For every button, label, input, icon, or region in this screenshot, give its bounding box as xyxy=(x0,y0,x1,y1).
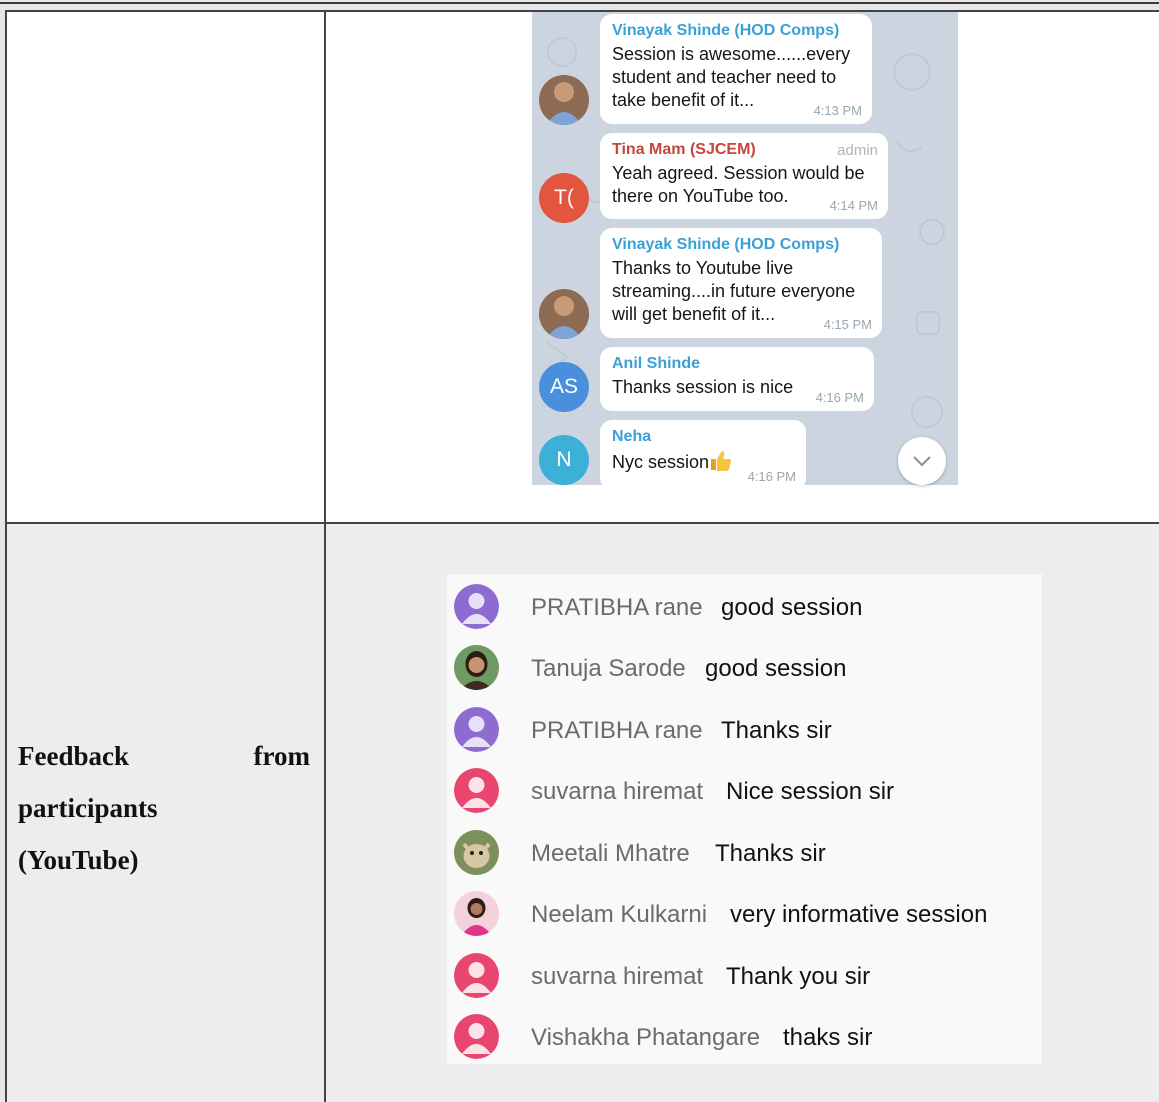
message-line: Thanks to Youtube live xyxy=(612,258,794,278)
message-bubble: Anil Shinde Thanks session is nice 4:16 … xyxy=(600,347,874,411)
default-avatar-icon xyxy=(454,707,499,752)
comment-text: Thank you sir xyxy=(726,963,871,990)
person-photo-icon xyxy=(454,645,499,690)
message-bubble: Vinayak Shinde (HOD Comps) Thanks to You… xyxy=(600,228,882,338)
message-line: Session is awesome......every xyxy=(612,44,851,64)
message-time: 4:16 PM xyxy=(815,390,864,405)
comment-text: good session xyxy=(721,594,863,621)
top-rule xyxy=(0,2,1159,4)
message-line: Yeah agreed. Session would be xyxy=(612,163,865,183)
avatar: T( xyxy=(539,173,589,223)
sender-name: Neha xyxy=(612,428,652,445)
scroll-down-button[interactable] xyxy=(898,437,946,485)
message-bubble: Tina Mam (SJCEM) admin Yeah agreed. Sess… xyxy=(600,133,888,219)
youtube-comments-screenshot: PRATIBHA rane good session Tanuja Sarode… xyxy=(447,574,1042,1064)
avatar xyxy=(539,75,589,125)
comment-author: Vishakha Phatangare xyxy=(531,1024,761,1051)
sender-name: Vinayak Shinde (HOD Comps) xyxy=(612,236,840,253)
column-divider xyxy=(324,10,326,1102)
comment-row: Tanuja Sarode good session xyxy=(447,641,1042,693)
person-photo-icon xyxy=(539,75,589,125)
message-bubble: Neha Nyc session 4:16 PM xyxy=(600,420,806,485)
comment-author: PRATIBHA rane xyxy=(531,717,703,744)
comment-row: Vishakha Phatangare thaks sir xyxy=(447,1010,1042,1062)
message-time: 4:14 PM xyxy=(829,198,878,213)
comment-author: Tanuja Sarode xyxy=(531,655,686,682)
message-bubble: Vinayak Shinde (HOD Comps) Session is aw… xyxy=(600,14,872,124)
message-time: 4:13 PM xyxy=(813,103,862,118)
row-divider xyxy=(5,522,1159,524)
comment-text: good session xyxy=(705,655,847,682)
default-avatar-icon xyxy=(454,953,499,998)
admin-badge: admin xyxy=(837,142,878,159)
default-avatar-icon xyxy=(454,768,499,813)
comment-row: Neelam Kulkarni very informative session xyxy=(447,887,1042,939)
row-label: Feedback from participants (YouTube) xyxy=(18,730,310,886)
message-time: 4:15 PM xyxy=(823,317,872,332)
row-label-word-feedback: Feedback xyxy=(18,741,129,771)
comment-row: suvarna hiremat Thank you sir xyxy=(447,949,1042,1001)
comment-row: suvarna hiremat Nice session sir xyxy=(447,764,1042,816)
sender-name: Anil Shinde xyxy=(612,355,700,372)
comment-row: PRATIBHA rane Thanks sir xyxy=(447,703,1042,755)
comment-author: Meetali Mhatre xyxy=(531,840,690,867)
comment-text: Thanks sir xyxy=(721,717,832,744)
chevron-down-icon xyxy=(913,456,931,467)
comment-author: Neelam Kulkarni xyxy=(531,901,708,928)
row-label-line-3: (YouTube) xyxy=(18,845,139,875)
comment-author: PRATIBHA rane xyxy=(531,594,703,621)
avatar: AS xyxy=(539,362,589,412)
default-avatar-icon xyxy=(454,1014,499,1059)
sender-name: Vinayak Shinde (HOD Comps) xyxy=(612,22,840,39)
comment-text: thaks sir xyxy=(783,1024,873,1051)
comment-text: very informative session xyxy=(730,901,988,928)
message-line: streaming....in future everyone xyxy=(612,281,856,301)
avatar: N xyxy=(539,435,589,485)
default-avatar-icon xyxy=(454,584,499,629)
comment-row: Meetali Mhatre Thanks sir xyxy=(447,826,1042,878)
comment-author: suvarna hiremat xyxy=(531,778,704,805)
telegram-chat-screenshot: Vinayak Shinde (HOD Comps) Session is aw… xyxy=(532,12,958,485)
avatar xyxy=(539,289,589,339)
row-label-line-2: participants xyxy=(18,793,158,823)
person-photo-icon xyxy=(539,289,589,339)
message-line: student and teacher need to xyxy=(612,67,837,87)
message-time: 4:16 PM xyxy=(747,469,796,484)
row-label-line-1: Feedback from xyxy=(18,730,310,782)
document-page: Feedback from participants (YouTube) Vin… xyxy=(0,0,1159,1102)
comment-row: PRATIBHA rane good session xyxy=(447,580,1042,632)
row-label-word-from: from xyxy=(253,741,310,771)
comment-author: suvarna hiremat xyxy=(531,963,704,990)
thumbs-up-icon xyxy=(711,451,732,471)
pet-photo-icon xyxy=(454,830,499,875)
comment-text: Nice session sir xyxy=(726,778,895,805)
comment-text: Thanks sir xyxy=(715,840,826,867)
message-text: Nyc session xyxy=(612,452,710,472)
person-photo-icon xyxy=(454,891,499,936)
